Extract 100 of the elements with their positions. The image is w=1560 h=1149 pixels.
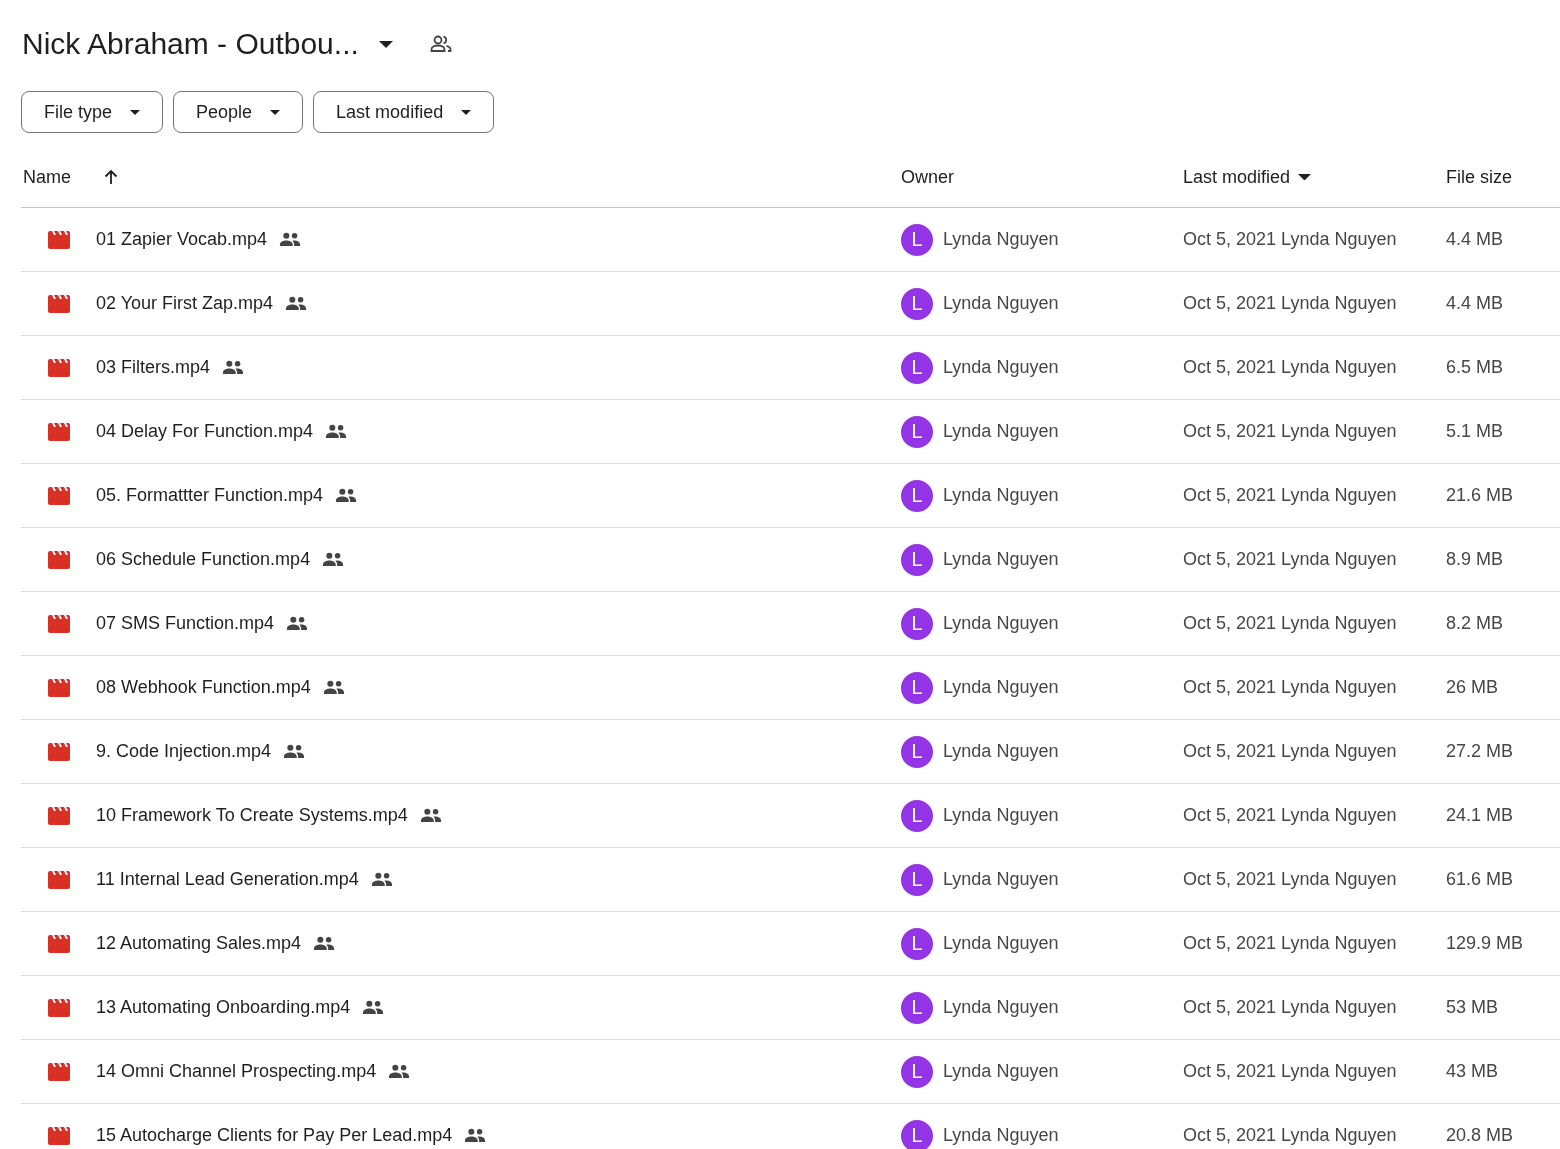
- modified-date: Oct 5, 2021 Lynda Nguyen: [1183, 997, 1397, 1018]
- video-file-icon: [48, 422, 70, 441]
- file-name[interactable]: 9. Code Injection.mp4: [96, 741, 272, 762]
- owner-name: Lynda Nguyen: [943, 421, 1059, 442]
- video-file-icon: [48, 486, 70, 505]
- people-icon: [362, 1000, 385, 1015]
- file-name[interactable]: 02 Your First Zap.mp4: [96, 293, 274, 314]
- file-size: 5.1 MB: [1446, 421, 1504, 442]
- file-name[interactable]: 14 Omni Channel Prospecting.mp4: [96, 1061, 377, 1082]
- avatar: L: [901, 799, 933, 832]
- video-file-icon: [48, 550, 70, 569]
- modified-date: Oct 5, 2021 Lynda Nguyen: [1183, 293, 1397, 314]
- file-name[interactable]: 06 Schedule Function.mp4: [96, 549, 311, 570]
- file-size: 20.8 MB: [1446, 1125, 1514, 1146]
- modified-date: Oct 5, 2021 Lynda Nguyen: [1183, 549, 1397, 570]
- modified-date: Oct 5, 2021 Lynda Nguyen: [1183, 421, 1397, 442]
- caret-icon[interactable]: [1298, 173, 1312, 181]
- avatar: L: [901, 863, 933, 896]
- people-icon: [388, 1064, 411, 1079]
- file-size: 6.5 MB: [1446, 357, 1504, 378]
- modified-date: Oct 5, 2021 Lynda Nguyen: [1183, 805, 1397, 826]
- file-size: 4.4 MB: [1446, 293, 1504, 314]
- people-icon: [322, 552, 345, 567]
- file-name[interactable]: 10 Framework To Create Systems.mp4: [96, 805, 408, 826]
- caret-icon: [270, 109, 281, 115]
- avatar: L: [901, 1119, 933, 1149]
- file-name[interactable]: 12 Automating Sales.mp4: [96, 933, 302, 954]
- avatar: L: [901, 479, 933, 512]
- people-icon: [313, 936, 336, 951]
- file-name[interactable]: 05. Formattter Function.mp4: [96, 485, 324, 506]
- column-header[interactable]: File size: [1446, 166, 1512, 188]
- folder-title[interactable]: Nick Abraham - Outbou...: [22, 27, 359, 61]
- modified-date: Oct 5, 2021 Lynda Nguyen: [1183, 933, 1397, 954]
- owner-name: Lynda Nguyen: [943, 869, 1059, 890]
- file-name[interactable]: 11 Internal Lead Generation.mp4: [96, 869, 359, 890]
- video-file-icon: [48, 742, 70, 761]
- file-size: 27.2 MB: [1446, 741, 1514, 762]
- modified-date: Oct 5, 2021 Lynda Nguyen: [1183, 741, 1397, 762]
- avatar: L: [901, 991, 933, 1024]
- caret-icon[interactable]: [378, 40, 393, 48]
- file-name[interactable]: 04 Delay For Function.mp4: [96, 421, 314, 442]
- arrow-up-icon[interactable]: [103, 169, 119, 185]
- owner-name: Lynda Nguyen: [943, 1061, 1059, 1082]
- video-file-icon: [48, 934, 70, 953]
- column-header[interactable]: Name: [23, 166, 71, 188]
- owner-name: Lynda Nguyen: [943, 677, 1059, 698]
- owner-name: Lynda Nguyen: [943, 613, 1059, 634]
- file-size: 26 MB: [1446, 677, 1499, 698]
- people-icon: [325, 424, 348, 439]
- people-icon: [464, 1128, 487, 1143]
- owner-name: Lynda Nguyen: [943, 549, 1059, 570]
- file-size: 8.9 MB: [1446, 549, 1504, 570]
- people-icon: [222, 360, 245, 375]
- avatar: L: [901, 223, 933, 256]
- file-size: 24.1 MB: [1446, 805, 1514, 826]
- filter-chip[interactable]: People: [173, 91, 304, 133]
- video-file-icon: [48, 870, 70, 889]
- file-size: 61.6 MB: [1446, 869, 1514, 890]
- owner-name: Lynda Nguyen: [943, 293, 1059, 314]
- filter-chip[interactable]: File type: [21, 91, 164, 133]
- file-name[interactable]: 07 SMS Function.mp4: [96, 613, 275, 634]
- modified-date: Oct 5, 2021 Lynda Nguyen: [1183, 613, 1397, 634]
- people-icon: [285, 296, 308, 311]
- avatar: L: [901, 735, 933, 768]
- file-size: 43 MB: [1446, 1061, 1499, 1082]
- avatar: L: [901, 415, 933, 448]
- file-size: 53 MB: [1446, 997, 1499, 1018]
- owner-name: Lynda Nguyen: [943, 357, 1059, 378]
- owner-name: Lynda Nguyen: [943, 229, 1059, 250]
- video-file-icon: [48, 1062, 70, 1081]
- people-icon: [322, 680, 345, 695]
- video-file-icon: [48, 1126, 70, 1145]
- video-file-icon: [48, 230, 70, 249]
- modified-date: Oct 5, 2021 Lynda Nguyen: [1183, 485, 1397, 506]
- video-file-icon: [48, 998, 70, 1017]
- video-file-icon: [48, 678, 70, 697]
- file-name[interactable]: 15 Autocharge Clients for Pay Per Lead.mp4: [96, 1125, 453, 1146]
- column-header[interactable]: Last modified: [1183, 166, 1291, 188]
- file-size: 21.6 MB: [1446, 485, 1514, 506]
- filter-chip[interactable]: Last modified: [313, 91, 495, 133]
- avatar: L: [901, 287, 933, 320]
- file-size: 4.4 MB: [1446, 229, 1504, 250]
- owner-name: Lynda Nguyen: [943, 805, 1059, 826]
- file-name[interactable]: 08 Webhook Function.mp4: [96, 677, 311, 698]
- avatar: L: [901, 927, 933, 960]
- owner-name: Lynda Nguyen: [943, 997, 1059, 1018]
- people-icon: [419, 808, 442, 823]
- video-file-icon: [48, 806, 70, 825]
- modified-date: Oct 5, 2021 Lynda Nguyen: [1183, 1061, 1397, 1082]
- file-name[interactable]: 03 Filters.mp4: [96, 357, 211, 378]
- file-name[interactable]: 01 Zapier Vocab.mp4: [96, 229, 268, 250]
- modified-date: Oct 5, 2021 Lynda Nguyen: [1183, 357, 1397, 378]
- modified-date: Oct 5, 2021 Lynda Nguyen: [1183, 677, 1397, 698]
- people-icon: [279, 232, 302, 247]
- file-name[interactable]: 13 Automating Onboarding.mp4: [96, 997, 351, 1018]
- people-icon: [370, 872, 393, 887]
- modified-date: Oct 5, 2021 Lynda Nguyen: [1183, 1125, 1397, 1146]
- column-header[interactable]: Owner: [901, 166, 954, 188]
- modified-date: Oct 5, 2021 Lynda Nguyen: [1183, 229, 1397, 250]
- modified-date: Oct 5, 2021 Lynda Nguyen: [1183, 869, 1397, 890]
